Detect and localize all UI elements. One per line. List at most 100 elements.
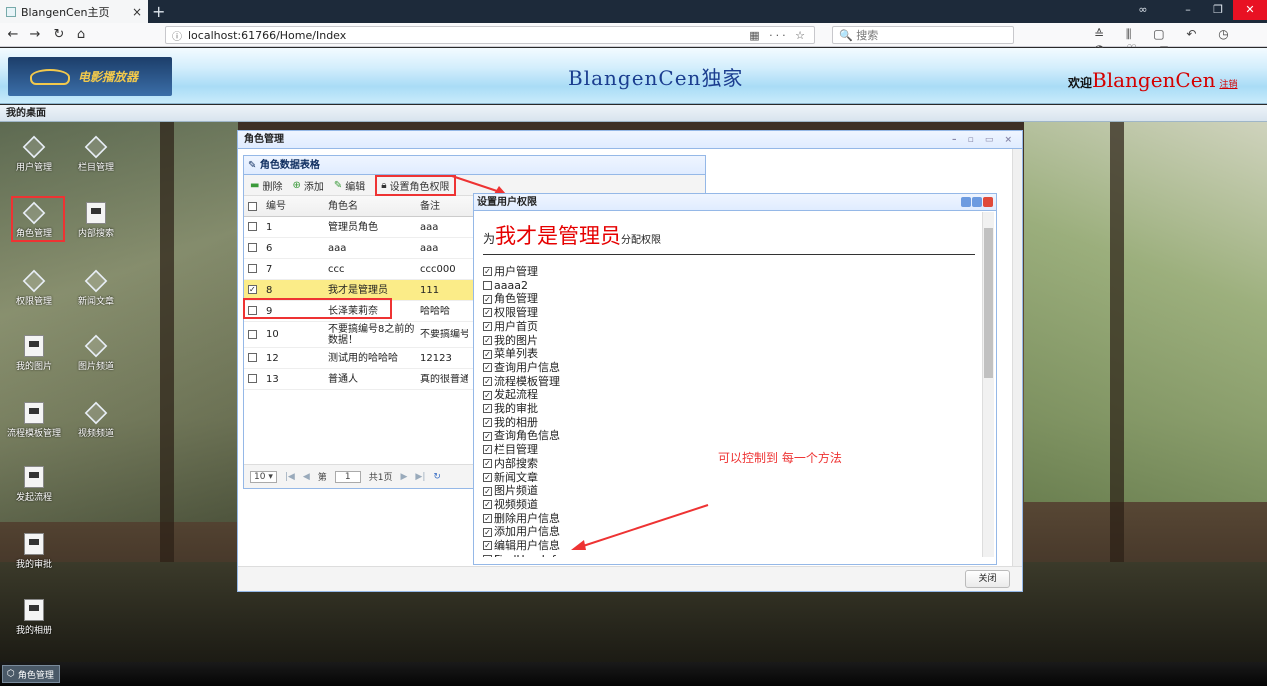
permission-checkbox[interactable]: ✓	[483, 404, 492, 414]
row-checkbox[interactable]: ✓	[244, 285, 262, 296]
dialog-collapse-icon[interactable]	[961, 197, 971, 207]
permission-checkbox[interactable]: ✓	[483, 363, 492, 373]
home-icon[interactable]: ⌂	[72, 26, 90, 44]
permission-checkbox[interactable]: ✓	[483, 349, 492, 359]
desktop-icon[interactable]: 视频频道	[67, 400, 125, 440]
header-id[interactable]: 编号	[262, 196, 324, 216]
permission-item[interactable]: ✓ 我的审批	[483, 402, 975, 416]
forward-icon[interactable]: →	[26, 26, 44, 44]
permission-checkbox[interactable]: ✓	[483, 555, 492, 557]
new-tab-button[interactable]: +	[152, 2, 165, 21]
permission-checkbox[interactable]: ✓	[483, 431, 492, 441]
permission-item[interactable]: ✓ 查询角色信息	[483, 429, 975, 443]
permission-checkbox[interactable]: ✓	[483, 308, 492, 318]
permission-checkbox[interactable]: ✓	[483, 376, 492, 386]
permission-checkbox[interactable]	[483, 281, 492, 291]
permission-checkbox[interactable]: ✓	[483, 294, 492, 304]
row-checkbox[interactable]	[244, 353, 262, 364]
permission-item[interactable]: ✓ 视频频道	[483, 498, 975, 512]
permission-item[interactable]: ✓ 编辑用户信息	[483, 539, 975, 553]
desktop-icon[interactable]: 新闻文章	[67, 268, 125, 308]
desktop-icon[interactable]: 我的相册	[5, 597, 63, 637]
permission-item[interactable]: ✓ 用户首页	[483, 320, 975, 334]
add-button[interactable]: ⊕ 添加	[292, 178, 323, 193]
permission-checkbox[interactable]: ✓	[483, 418, 492, 428]
desktop-icon[interactable]: 权限管理	[5, 268, 63, 308]
window-close-button[interactable]: ✕	[1233, 0, 1267, 20]
permission-checkbox[interactable]: ✓	[483, 472, 492, 482]
permission-checkbox[interactable]: ✓	[483, 267, 492, 277]
permission-checkbox[interactable]: ✓	[483, 486, 492, 496]
desktop-icon[interactable]: 我的审批	[5, 531, 63, 571]
next-page-icon[interactable]: ▶	[400, 472, 407, 482]
dialog-close-icon[interactable]	[983, 197, 993, 207]
permission-item[interactable]: ✓ 删除用户信息	[483, 512, 975, 526]
window-tools-icon[interactable]: – ▫ ▭ ×	[952, 131, 1016, 149]
permission-item[interactable]: ✓ 添加用户信息	[483, 525, 975, 539]
prev-page-icon[interactable]: ◀	[303, 472, 310, 482]
desktop-icon[interactable]: 栏目管理	[67, 134, 125, 174]
permission-item[interactable]: ✓ 查询用户信息	[483, 361, 975, 375]
dialog-scrollbar[interactable]	[982, 212, 994, 557]
dialog-scroll-thumb[interactable]	[984, 228, 993, 378]
permission-item[interactable]: ✓ 新闻文章	[483, 471, 975, 485]
permission-checkbox[interactable]: ✓	[483, 500, 492, 510]
row-checkbox[interactable]	[244, 243, 262, 254]
restore-button[interactable]: ❐	[1203, 0, 1233, 20]
close-button[interactable]: 关闭	[965, 570, 1010, 588]
permission-checkbox[interactable]: ✓	[483, 322, 492, 332]
permission-item[interactable]: ✓ 我的图片	[483, 334, 975, 348]
page-size-select[interactable]: 10 ▾	[250, 470, 277, 483]
permission-item[interactable]: ✓ 权限管理	[483, 306, 975, 320]
permission-item[interactable]: ✓ 菜单列表	[483, 347, 975, 361]
permission-checkbox[interactable]: ✓	[483, 335, 492, 345]
first-page-icon[interactable]: |◀	[285, 472, 295, 482]
row-checkbox[interactable]	[244, 264, 262, 275]
edit-button[interactable]: ✎ 编辑	[334, 178, 365, 193]
permission-item[interactable]: ✓ 图片频道	[483, 484, 975, 498]
row-checkbox[interactable]	[244, 329, 262, 340]
logout-link[interactable]: 注销	[1219, 77, 1237, 90]
desktop-icon[interactable]: 内部搜索	[67, 200, 125, 240]
browser-tab[interactable]: BlangenCen主页 ×	[0, 0, 148, 23]
set-role-permission-button[interactable]: 🔒︎ 设置角色权限	[375, 174, 456, 196]
header-name[interactable]: 角色名	[324, 196, 416, 216]
permission-item[interactable]: ✓ 发起流程	[483, 388, 975, 402]
permission-checkbox[interactable]: ✓	[483, 390, 492, 400]
delete-button[interactable]: ▬ 删除	[250, 178, 282, 193]
tab-close-button[interactable]: ×	[132, 5, 142, 19]
permission-checkbox[interactable]: ✓	[483, 514, 492, 523]
desktop-icon[interactable]: 我的图片	[5, 333, 63, 373]
desktop-icon[interactable]: 用户管理	[5, 134, 63, 174]
search-input[interactable]: 🔍 搜索	[832, 26, 1014, 44]
page-actions-icon[interactable]: ▦ ··· ☆	[749, 29, 808, 42]
permission-item[interactable]: ✓FindUserInfo	[483, 553, 975, 557]
url-bar[interactable]: ⓘ localhost:61766/Home/Index ▦ ··· ☆	[165, 26, 815, 44]
row-checkbox[interactable]	[244, 374, 262, 385]
back-icon[interactable]: ←	[4, 26, 22, 44]
permission-item[interactable]: ✓ 流程模板管理	[483, 375, 975, 389]
permission-checkbox[interactable]: ✓	[483, 445, 492, 455]
permission-item[interactable]: ✓ 角色管理	[483, 292, 975, 306]
reload-icon[interactable]: ↻	[50, 26, 68, 44]
desktop-tab[interactable]: 我的桌面	[0, 105, 1267, 122]
permission-item[interactable]: ✓ 用户管理	[483, 265, 975, 279]
header-remark[interactable]: 备注	[416, 196, 468, 216]
desktop-icon[interactable]: 发起流程	[5, 464, 63, 504]
permission-item[interactable]: aaaa2	[483, 279, 975, 293]
refresh-icon[interactable]: ↻	[433, 472, 441, 482]
permission-checkbox[interactable]: ✓	[483, 459, 492, 469]
row-checkbox[interactable]	[244, 222, 262, 233]
permission-checkbox[interactable]: ✓	[483, 541, 492, 551]
minimize-button[interactable]: –	[1173, 0, 1203, 20]
desktop-icon[interactable]: 图片频道	[67, 333, 125, 373]
last-page-icon[interactable]: ▶|	[415, 472, 425, 482]
dialog-maximize-icon[interactable]	[972, 197, 982, 207]
header-checkbox[interactable]	[244, 196, 262, 216]
window-scrollbar[interactable]	[1012, 149, 1022, 567]
permission-item[interactable]: ✓ 我的相册	[483, 416, 975, 430]
desktop-icon[interactable]: 流程模板管理	[5, 400, 63, 440]
taskbar-item-role-manage[interactable]: ⬡ 角色管理	[2, 665, 60, 683]
site-info-icon[interactable]: ⓘ	[172, 28, 182, 43]
permission-checkbox[interactable]: ✓	[483, 527, 492, 537]
